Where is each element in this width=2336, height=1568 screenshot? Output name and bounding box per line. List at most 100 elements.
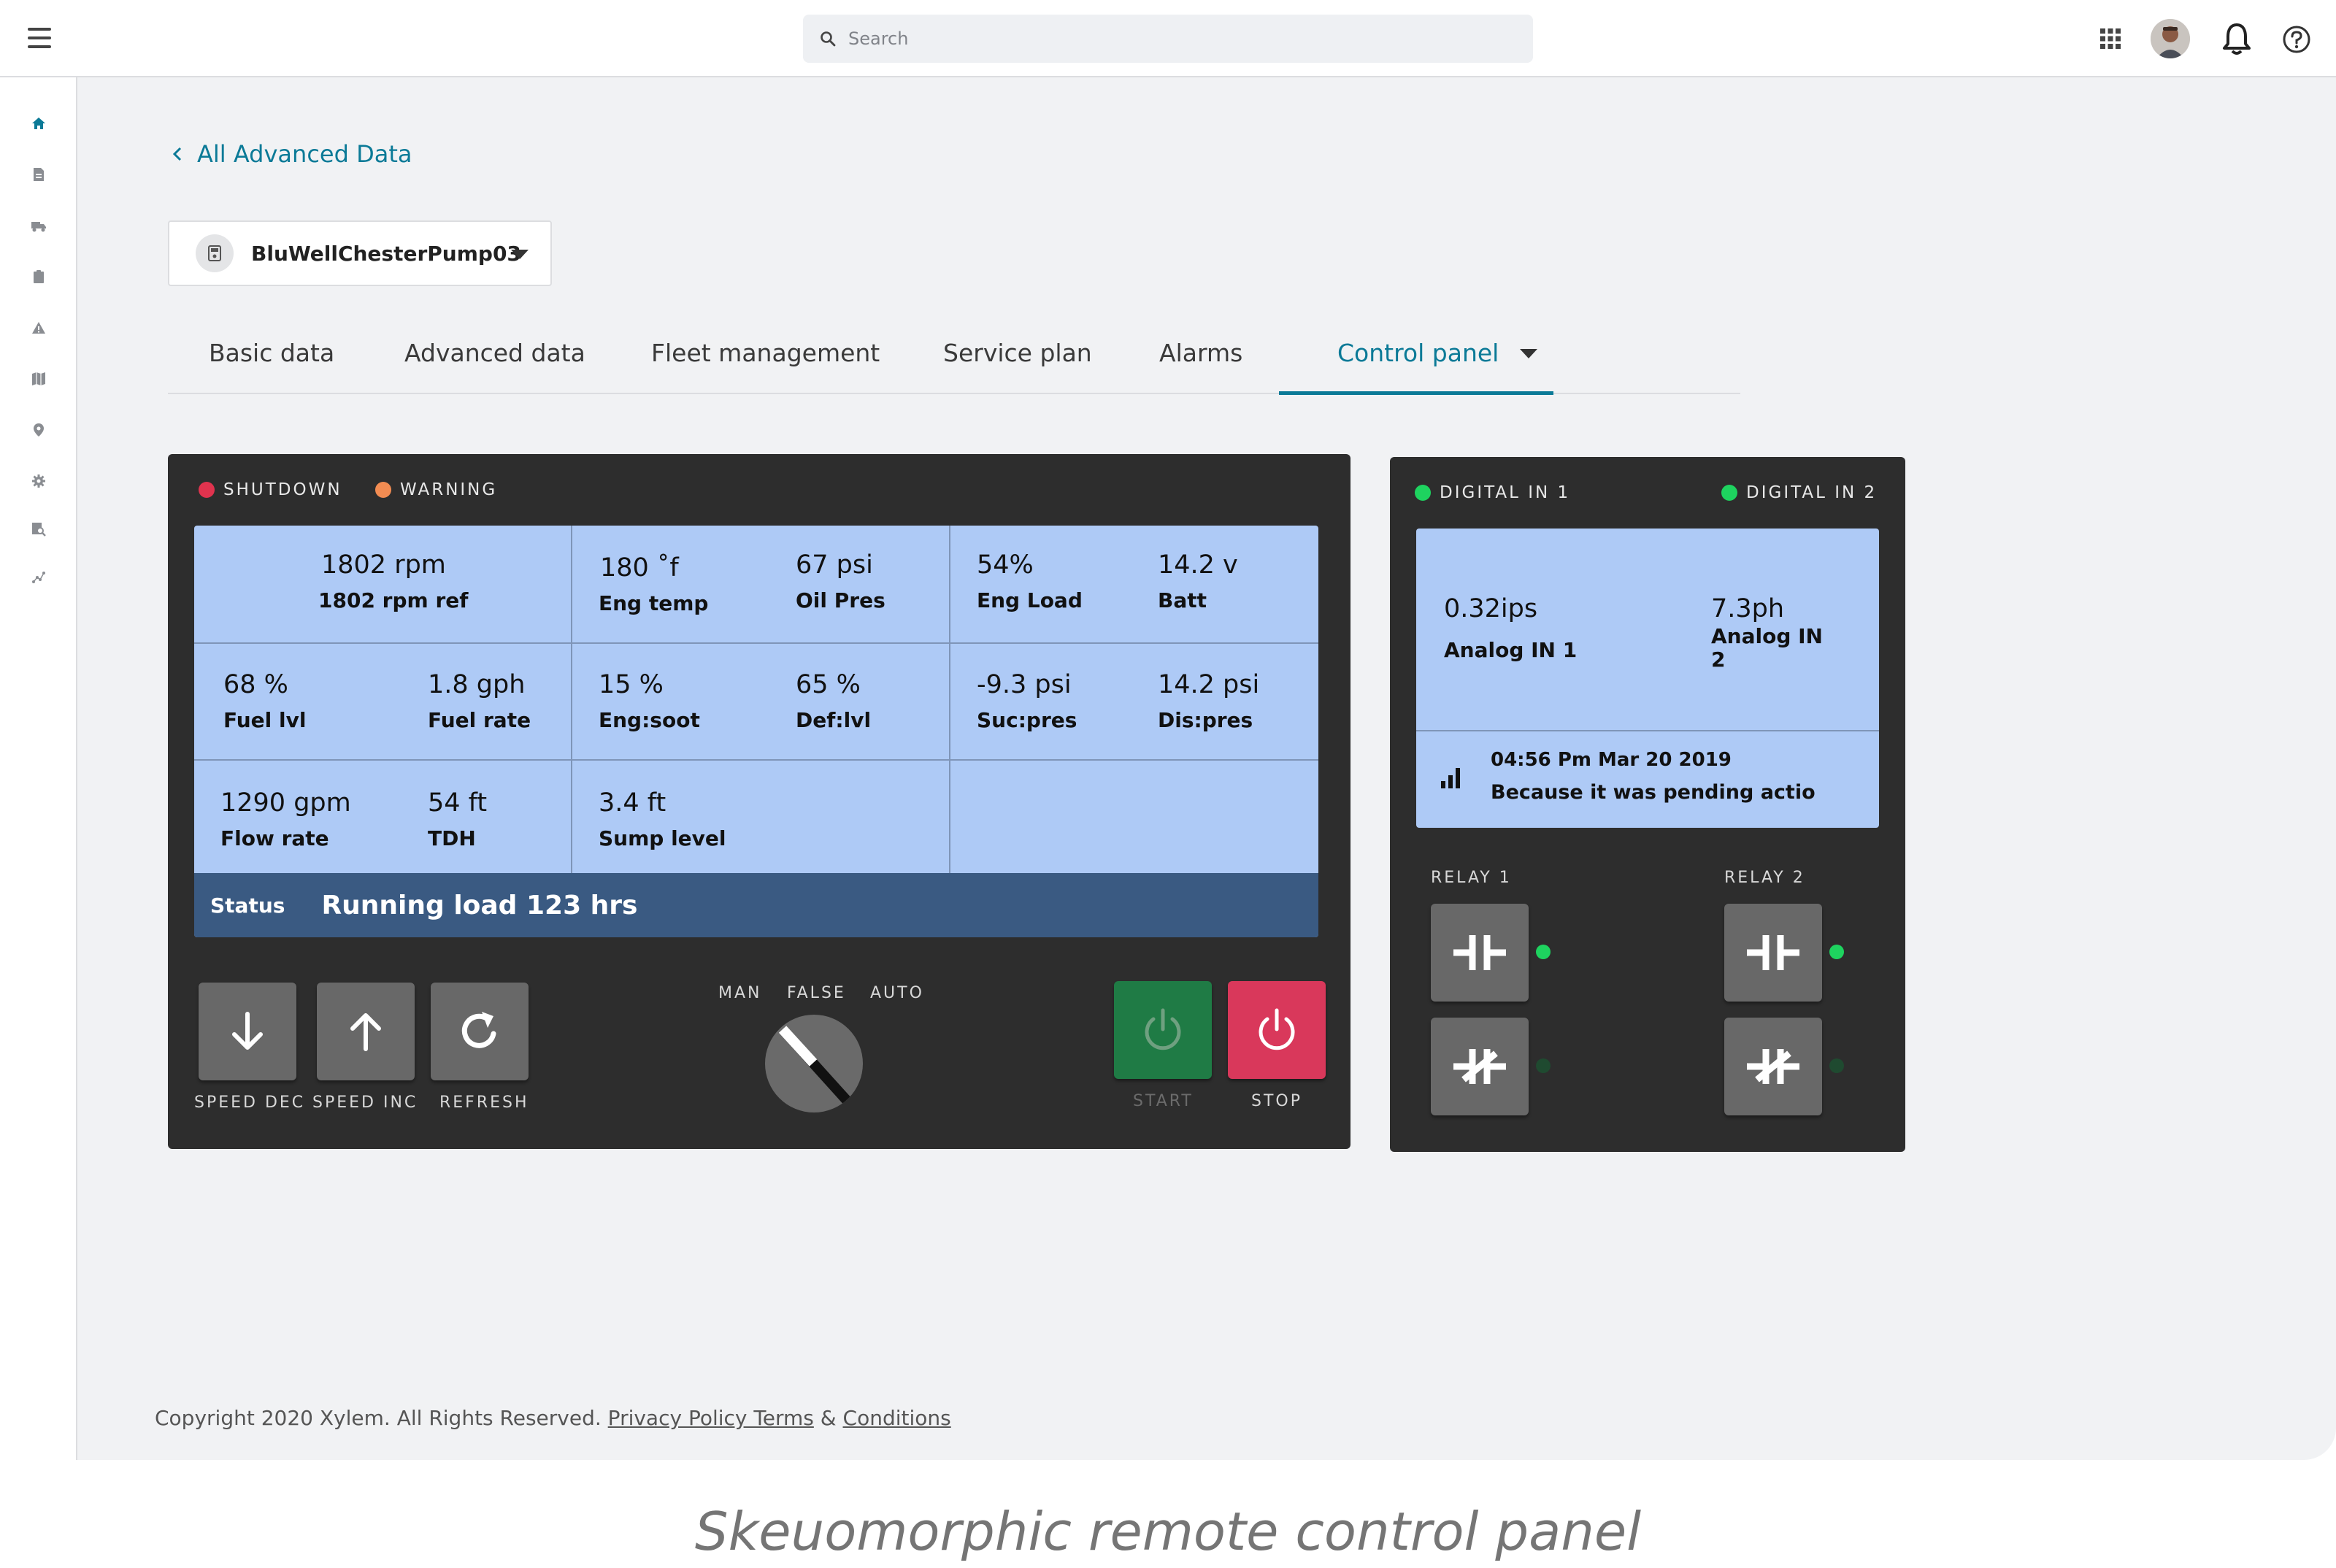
relay-2-label: RELAY 2 <box>1724 869 1805 887</box>
reading-label: Eng Load <box>977 588 1083 612</box>
relay-1-open-button[interactable] <box>1431 904 1529 1002</box>
reading-label: 1802 rpm ref <box>318 588 469 612</box>
mode-option-false[interactable]: FALSE <box>787 984 846 1002</box>
chevron-down-icon <box>511 250 529 259</box>
control-panel: SHUTDOWN WARNING 1802 rpm 1802 rpm ref 1… <box>168 454 1350 1149</box>
stop-label: STOP <box>1251 1092 1302 1110</box>
warning-icon[interactable] <box>28 317 50 339</box>
grid-cell <box>194 644 572 761</box>
reading-label: Oil Pres <box>796 588 885 612</box>
speed-inc-button[interactable] <box>317 983 415 1080</box>
menu-icon[interactable] <box>28 28 51 48</box>
top-bar <box>0 0 2336 77</box>
relay-1-closed-led <box>1536 1058 1551 1073</box>
reading-value: 15 % <box>599 670 664 699</box>
relay-1-open-led <box>1536 945 1551 959</box>
reading-label: Eng:soot <box>599 708 700 732</box>
readings-screen: 1802 rpm 1802 rpm ref 180 ˚f Eng temp 67… <box>194 526 1318 937</box>
status-bar: Status Running load 123 hrs <box>194 873 1318 937</box>
relay-2-open-led <box>1829 945 1844 959</box>
reading-label: Suc:pres <box>977 708 1077 732</box>
status-label: Status <box>210 893 285 918</box>
sidebar <box>0 77 77 1460</box>
analog-label: Analog IN 2 <box>1711 624 1823 672</box>
footer-ampersand: & <box>820 1406 837 1430</box>
tab-control-panel[interactable]: Control panel <box>1337 339 1499 367</box>
reading-value: 68 % <box>223 670 288 699</box>
device-selector[interactable]: BluWellChesterPump03 <box>168 220 552 286</box>
relay-2-open-button[interactable] <box>1724 904 1822 1002</box>
app-shell: All Advanced Data BluWellChesterPump03 B… <box>0 0 2336 1460</box>
tab-chevron-down-icon[interactable] <box>1520 349 1537 358</box>
reading-label: Flow rate <box>220 826 329 850</box>
analog-value: 7.3ph <box>1711 594 1785 623</box>
back-link[interactable]: All Advanced Data <box>172 140 412 168</box>
relay-1-closed-button[interactable] <box>1431 1018 1529 1115</box>
search-input[interactable] <box>848 28 1491 49</box>
back-link-label: All Advanced Data <box>197 140 412 168</box>
location-pin-icon[interactable] <box>28 419 50 441</box>
privacy-policy-link[interactable]: Privacy Policy Terms <box>608 1406 814 1430</box>
shutdown-led <box>199 482 215 498</box>
digital-in-1-indicator: DIGITAL IN 1 <box>1415 483 1570 502</box>
start-button[interactable] <box>1114 981 1212 1079</box>
tab-service-plan[interactable]: Service plan <box>943 339 1092 367</box>
warning-indicator: WARNING <box>375 480 497 499</box>
digital-in-2-label: DIGITAL IN 2 <box>1746 483 1878 502</box>
reading-label: Fuel lvl <box>223 708 307 732</box>
bell-icon[interactable] <box>2222 22 2251 55</box>
image-caption: Skeuomorphic remote control panel <box>694 1501 1642 1562</box>
reading-value: 1802 rpm <box>321 550 446 580</box>
reading-value: -9.3 psi <box>977 670 1072 699</box>
speed-inc-label: SPEED INC <box>312 1094 418 1112</box>
event-message: Because it was pending actio <box>1491 781 1816 804</box>
tab-alarms[interactable]: Alarms <box>1159 339 1242 367</box>
reading-value: 54% <box>977 550 1034 580</box>
mode-option-man[interactable]: MAN <box>718 984 762 1002</box>
apps-grid-icon[interactable] <box>2099 28 2121 50</box>
speed-dec-button[interactable] <box>199 983 296 1080</box>
reading-label: TDH <box>428 826 476 850</box>
avatar[interactable] <box>2151 19 2190 58</box>
reading-label: Eng temp <box>599 591 709 615</box>
reading-value: 180 ˚f <box>600 553 679 583</box>
search-box[interactable] <box>803 15 1533 63</box>
truck-icon[interactable] <box>28 215 50 237</box>
document-icon[interactable] <box>28 164 50 185</box>
report-search-icon[interactable] <box>28 518 50 540</box>
mode-selector-knob[interactable] <box>765 1015 863 1112</box>
grid-cell <box>950 644 1318 761</box>
home-icon[interactable] <box>28 112 50 134</box>
clipboard-icon[interactable] <box>28 266 50 288</box>
analytics-icon[interactable] <box>28 566 50 588</box>
reading-label: Dis:pres <box>1158 708 1253 732</box>
help-icon[interactable] <box>2282 25 2311 54</box>
tab-advanced-data[interactable]: Advanced data <box>404 339 585 367</box>
tab-basic-data[interactable]: Basic data <box>209 339 334 367</box>
stop-button[interactable] <box>1228 981 1326 1079</box>
map-icon[interactable] <box>28 368 50 390</box>
digital-in-2-indicator: DIGITAL IN 2 <box>1721 483 1877 502</box>
reading-value: 1290 gpm <box>220 788 351 818</box>
contact-open-icon <box>1747 935 1799 970</box>
warning-led <box>375 482 391 498</box>
relay-2-closed-button[interactable] <box>1724 1018 1822 1115</box>
settings-gear-icon[interactable] <box>28 470 50 492</box>
active-tab-underline <box>1279 391 1553 395</box>
reading-value: 54 ft <box>428 788 488 818</box>
grid-cell <box>572 526 950 644</box>
copyright-text: Copyright 2020 Xylem. All Rights Reserve… <box>155 1406 602 1430</box>
reading-label: Batt <box>1158 588 1207 612</box>
reading-value: 65 % <box>796 670 861 699</box>
shutdown-label: SHUTDOWN <box>223 480 342 499</box>
conditions-link[interactable]: Conditions <box>843 1406 951 1430</box>
arrow-up-icon <box>350 1013 381 1051</box>
signal-strength-icon <box>1441 768 1460 788</box>
refresh-icon <box>461 1012 496 1048</box>
reading-label: Fuel rate <box>428 708 531 732</box>
knob-pointer-icon <box>778 1026 854 1107</box>
refresh-button[interactable] <box>431 983 529 1080</box>
mode-option-auto[interactable]: AUTO <box>870 984 924 1002</box>
tab-fleet-management[interactable]: Fleet management <box>651 339 880 367</box>
shutdown-indicator: SHUTDOWN <box>199 480 342 499</box>
